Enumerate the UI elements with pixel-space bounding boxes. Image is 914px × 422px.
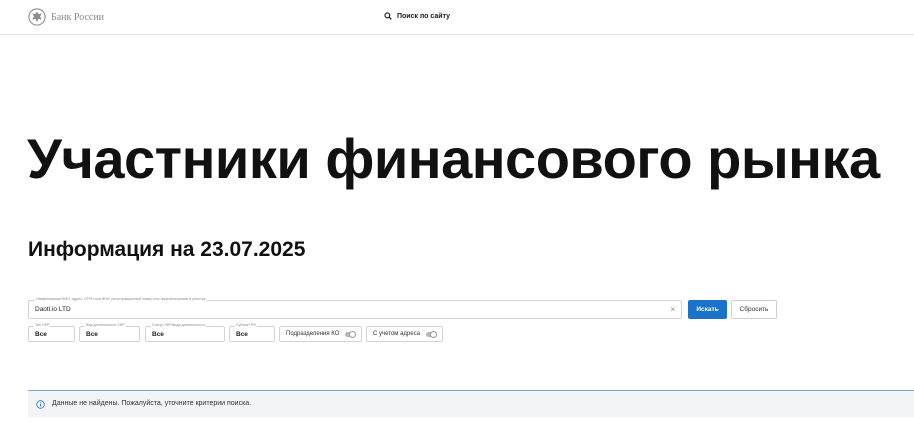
filter-activity[interactable]: Вид деятельности УФР Все	[79, 323, 140, 342]
filter-type[interactable]: Тип УФР Все	[28, 323, 75, 342]
filter-status-label: Статус УФР/вида деятельности	[151, 323, 206, 327]
filter-activity-label: Вид деятельности УФР	[85, 323, 126, 327]
logo-text: Банк России	[51, 11, 105, 23]
toggle-address-label: С учетом адреса	[373, 331, 420, 337]
filter-type-label: Тип УФР	[34, 323, 51, 327]
filter-status[interactable]: Статус УФР/вида деятельности Все	[145, 323, 225, 342]
search-button[interactable]: Искать	[688, 300, 727, 319]
site-header: Банк России Поиск по сайту	[0, 0, 914, 35]
eagle-emblem-icon	[28, 8, 46, 26]
info-icon	[36, 400, 45, 409]
search-input-label: Наименование/ФИО, адрес, ОГРН или ИНН, р…	[35, 297, 207, 301]
filter-activity-value: Все	[86, 331, 98, 338]
filter-status-value: Все	[152, 331, 164, 338]
page-title: Участники финансового рынка	[27, 127, 880, 190]
filter-region[interactable]: Субъект РФ Все	[229, 323, 275, 342]
toggle-ko-branches[interactable]: Подразделения КО	[279, 326, 362, 342]
site-search-link[interactable]: Поиск по сайту	[384, 12, 450, 20]
result-message: Данные не найдены. Пожалуйста, уточните …	[52, 400, 252, 407]
search-input[interactable]: Наименование/ФИО, адрес, ОГРН или ИНН, р…	[28, 297, 682, 319]
bank-logo[interactable]: Банк России	[28, 8, 104, 26]
search-link-label: Поиск по сайту	[397, 12, 451, 20]
toggle-address[interactable]: С учетом адреса	[366, 326, 443, 342]
clear-icon[interactable]: ×	[670, 305, 675, 314]
toggle-switch[interactable]	[345, 331, 356, 338]
search-icon	[384, 12, 392, 20]
filter-region-value: Все	[236, 331, 248, 338]
toggle-ko-branches-label: Подразделения КО	[286, 331, 340, 337]
toggle-switch[interactable]	[426, 331, 437, 338]
info-date-heading: Информация на 23.07.2025	[28, 238, 306, 261]
filter-type-value: Все	[35, 331, 47, 338]
search-input-value: Daotl.io LTD	[35, 306, 71, 313]
filter-region-label: Субъект РФ	[235, 323, 257, 327]
reset-button[interactable]: Сбросить	[731, 300, 777, 319]
result-message-box: Данные не найдены. Пожалуйста, уточните …	[28, 390, 914, 417]
